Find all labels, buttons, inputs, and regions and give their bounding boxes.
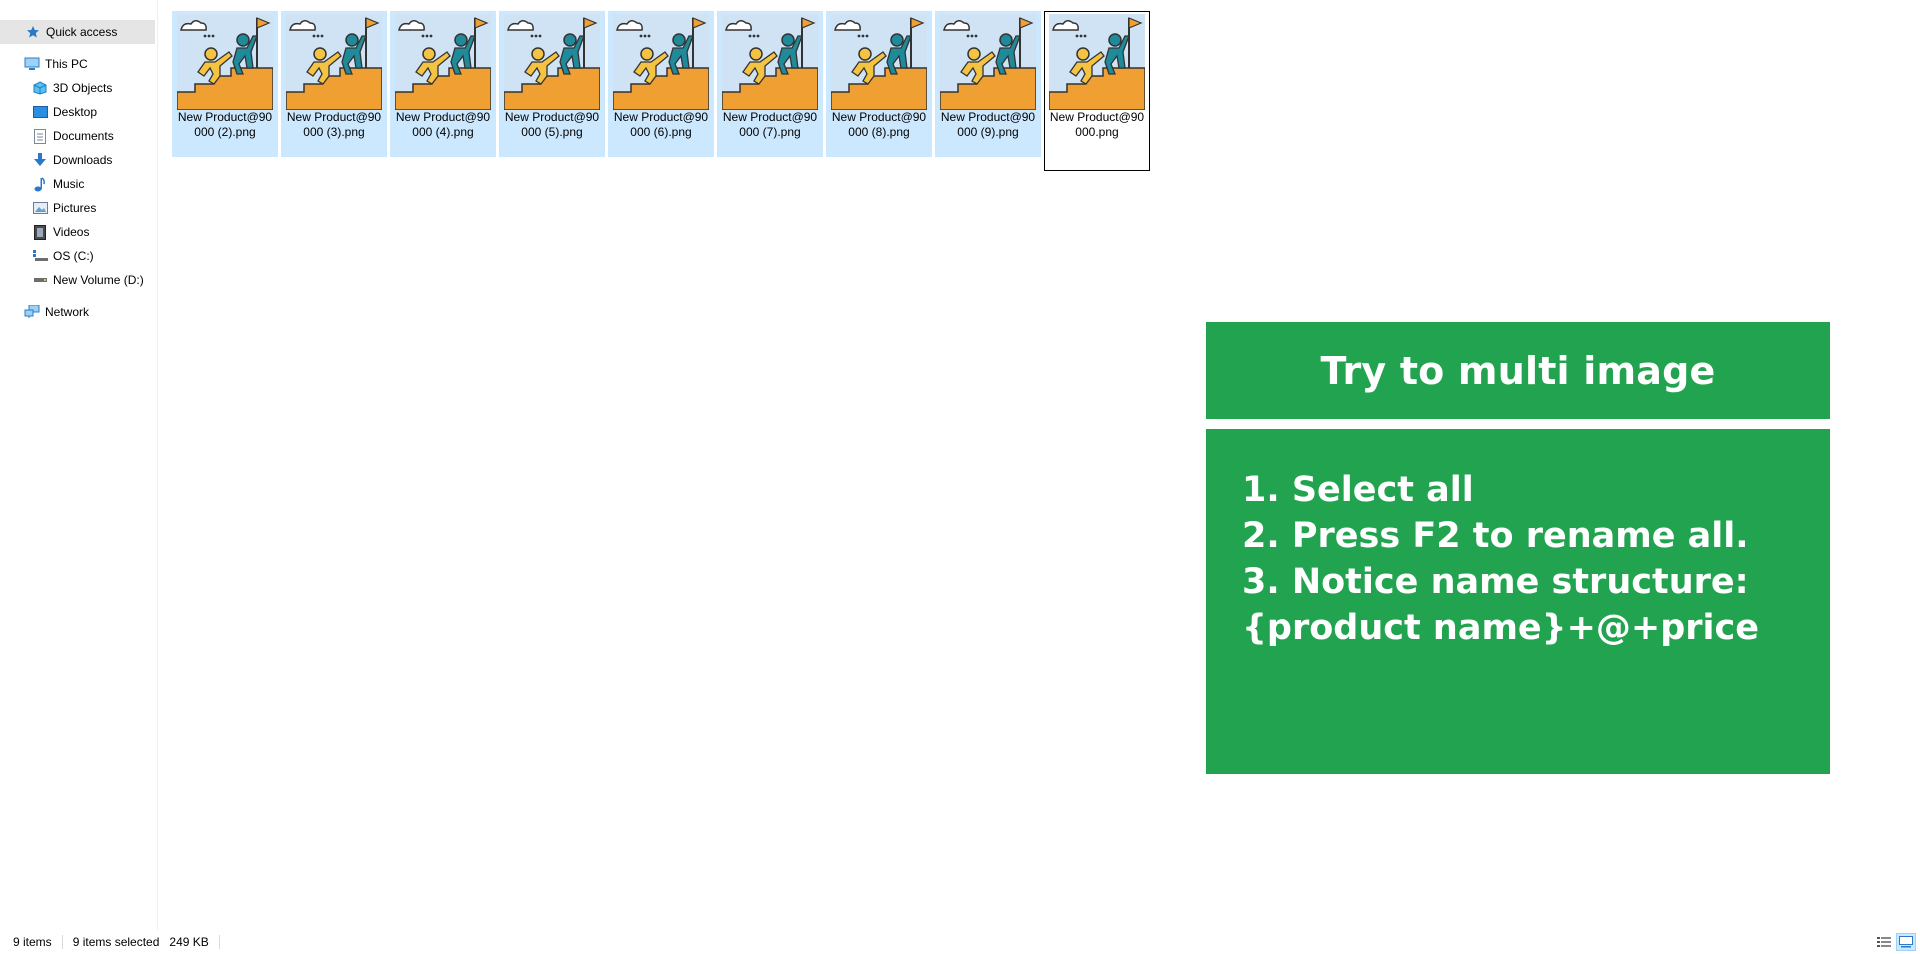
instruction-step: 2. Press F2 to rename all. [1242,516,1749,556]
nav-desktop-label: Desktop [53,105,98,119]
file-name: New Product@90000 (2).png [177,110,273,139]
file-item[interactable]: New Product@90000 (7).png [717,11,823,157]
network-icon [24,304,40,320]
nav-3d-objects[interactable]: 3D Objects [0,76,157,100]
file-name: New Product@90000 (4).png [395,110,491,139]
instruction-step: 1. Select all [1242,470,1474,510]
image-thumbnail [939,14,1037,111]
image-thumbnail [394,14,492,111]
file-item[interactable]: New Product@90000 (6).png [608,11,714,157]
documents-icon [32,128,48,144]
file-name: New Product@90000 (3).png [286,110,382,139]
nav-3d-objects-label: 3D Objects [53,81,113,95]
details-view-button[interactable] [1874,933,1894,951]
nav-quick-access[interactable]: Quick access [0,20,155,44]
nav-documents-label: Documents [53,129,114,143]
image-thumbnail [285,14,383,111]
3d-objects-icon [32,80,48,96]
file-name: New Product@90000.png [1049,110,1145,139]
image-thumbnail [1048,14,1146,111]
large-icons-view-icon [1899,936,1913,948]
drive-c-icon [32,248,48,264]
nav-pictures[interactable]: Pictures [0,196,157,220]
file-list: New Product@90000 (2).png New Product@90… [172,11,1172,181]
downloads-icon [32,152,48,168]
selected-size: 249 KB [169,935,209,949]
drive-d-icon [32,272,48,288]
instruction-step: 3. Notice name structure: [1242,562,1749,602]
instruction-step: {product name}+@+price [1242,608,1760,648]
star-icon [25,24,41,40]
nav-desktop[interactable]: Desktop [0,100,157,124]
details-view-icon [1877,937,1891,947]
file-item[interactable]: New Product@90000 (5).png [499,11,605,157]
file-item[interactable]: New Product@90000 (4).png [390,11,496,157]
file-item[interactable]: New Product@90000 (2).png [172,11,278,157]
file-name: New Product@90000 (9).png [940,110,1036,139]
view-toggle [1874,933,1916,951]
status-divider [61,935,63,949]
nav-pictures-label: Pictures [53,201,97,215]
nav-quick-access-label: Quick access [46,25,118,39]
music-icon [32,176,48,192]
image-thumbnail [830,14,928,111]
selected-count: 9 items selected [72,935,160,949]
nav-drive-c-label: OS (C:) [53,249,94,263]
file-item[interactable]: New Product@90000 (3).png [281,11,387,157]
nav-drive-c[interactable]: OS (C:) [0,244,157,268]
large-icons-view-button[interactable] [1896,933,1916,951]
nav-videos-label: Videos [53,225,90,239]
instruction-title-card: Try to multi image [1206,322,1830,419]
nav-downloads-label: Downloads [53,153,113,167]
instruction-steps-card: 1. Select all 2. Press F2 to rename all.… [1206,429,1830,774]
nav-this-pc-label: This PC [45,57,88,71]
status-divider [218,935,220,949]
nav-network-label: Network [45,305,90,319]
nav-this-pc[interactable]: This PC [0,52,157,76]
file-name: New Product@90000 (6).png [613,110,709,139]
file-name: New Product@90000 (7).png [722,110,818,139]
image-thumbnail [721,14,819,111]
file-item[interactable]: New Product@90000 (8).png [826,11,932,157]
file-item[interactable]: New Product@90000 (9).png [935,11,1041,157]
nav-documents[interactable]: Documents [0,124,157,148]
nav-drive-d[interactable]: New Volume (D:) [0,268,157,292]
videos-icon [32,224,48,240]
nav-drive-d-label: New Volume (D:) [53,273,144,287]
desktop-icon [32,104,48,120]
file-name: New Product@90000 (8).png [831,110,927,139]
image-thumbnail [176,14,274,111]
status-bar: 9 items 9 items selected 249 KB [0,930,1920,954]
nav-videos[interactable]: Videos [0,220,157,244]
item-count: 9 items [13,935,52,949]
file-name: New Product@90000 (5).png [504,110,600,139]
navigation-pane: Quick access This PC 3D Objects Desktop … [0,0,158,930]
image-thumbnail [503,14,601,111]
instruction-title: Try to multi image [1320,348,1716,393]
pictures-icon [32,200,48,216]
file-item-focused[interactable]: New Product@90000.png [1044,11,1150,171]
nav-music-label: Music [53,177,85,191]
nav-network[interactable]: Network [0,300,157,324]
image-thumbnail [612,14,710,111]
computer-icon [24,56,40,72]
nav-music[interactable]: Music [0,172,157,196]
nav-downloads[interactable]: Downloads [0,148,157,172]
